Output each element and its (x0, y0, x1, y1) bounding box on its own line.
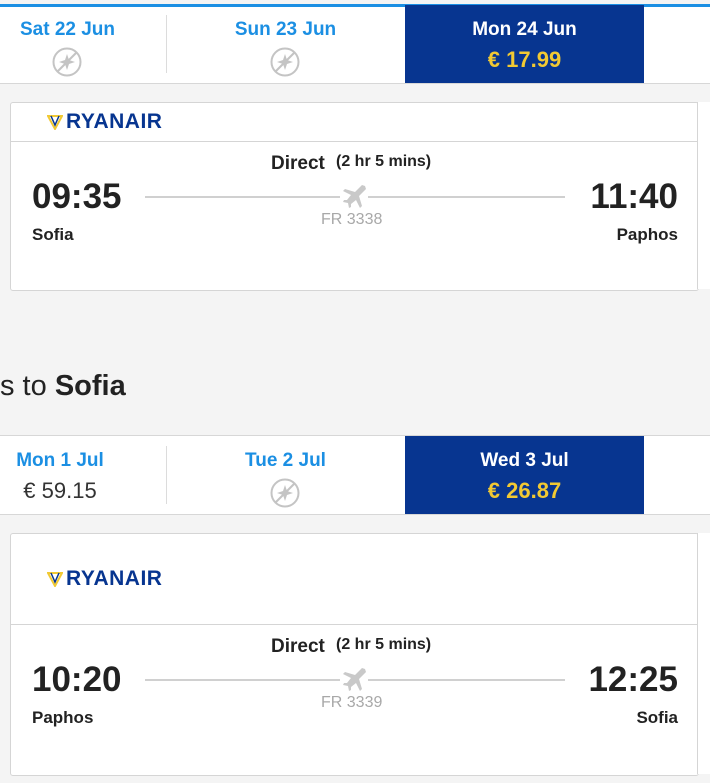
outbound-flight-card[interactable]: RYANAIR Direct (2 hr 5 mins) 09:35 Sofia… (10, 102, 699, 291)
flight-duration: (2 hr 5 mins) (336, 153, 432, 170)
date-tab-mon-1-jul[interactable]: Mon 1 Jul € 59.15 (0, 436, 165, 514)
depart-city: Sofia (32, 225, 74, 244)
flight-number: FR 3338 (321, 211, 383, 228)
depart-city: Paphos (32, 708, 94, 727)
airline-name: RYANAIR (66, 567, 163, 590)
date-tab-wed-3-jul[interactable]: Wed 3 Jul € 26.87 (405, 436, 644, 514)
date-tab-sat-22-jun[interactable]: Sat 22 Jun (0, 5, 165, 83)
depart-time: 10:20 (32, 660, 122, 699)
harp-icon (47, 115, 63, 130)
next-card-edge (697, 102, 710, 289)
date-price: € 17.99 (487, 47, 562, 72)
flight-number: FR 3339 (321, 694, 383, 711)
card-header: RYANAIR (11, 534, 698, 625)
direct-label: Direct (271, 636, 325, 657)
airline-name: RYANAIR (66, 110, 163, 133)
date-label: Wed 3 Jul (480, 450, 569, 471)
outbound-date-strip: Sat 22 Jun Sun 23 Jun Mon 24 Jun € 17.99 (0, 4, 710, 84)
return-date-strip: Mon 1 Jul € 59.15 Tue 2 Jul Wed 3 Jul € … (0, 435, 710, 515)
date-tab-tue-2-jul[interactable]: Tue 2 Jul (167, 436, 404, 514)
date-label: Mon 1 Jul (16, 450, 104, 471)
plane-icon (340, 665, 368, 693)
return-flight-card[interactable]: RYANAIR Direct (2 hr 5 mins) 10:20 Papho… (10, 533, 699, 776)
return-heading: s to Sofia (0, 370, 126, 403)
harp-icon (47, 572, 63, 587)
airline-logo: RYANAIR (47, 110, 162, 134)
date-label: Mon 24 Jun (472, 19, 577, 40)
arrive-time: 12:25 (588, 660, 678, 699)
card-header: RYANAIR (11, 103, 698, 142)
airline-logo: RYANAIR (47, 567, 162, 591)
date-tab-mon-24-jun[interactable]: Mon 24 Jun € 17.99 (405, 5, 644, 83)
direct-label: Direct (271, 153, 325, 174)
date-label: Tue 2 Jul (245, 450, 326, 471)
heading-destination: Sofia (54, 370, 126, 402)
plane-icon (340, 182, 368, 210)
date-label: Sat 22 Jun (19, 19, 116, 40)
heading-prefix: s to (0, 370, 55, 402)
flight-duration: (2 hr 5 mins) (336, 636, 432, 653)
date-label: Sun 23 Jun (234, 19, 337, 40)
no-flight-icon (270, 478, 300, 508)
date-tab-sun-23-jun[interactable]: Sun 23 Jun (167, 5, 404, 83)
date-price: € 26.87 (487, 478, 562, 503)
arrive-city: Sofia (636, 708, 678, 727)
next-card-edge (697, 533, 710, 774)
date-price: € 59.15 (23, 478, 97, 503)
arrive-city: Paphos (616, 225, 678, 244)
no-flight-icon (270, 47, 300, 77)
arrive-time: 11:40 (590, 177, 678, 216)
depart-time: 09:35 (32, 177, 122, 216)
no-flight-icon (52, 47, 82, 77)
